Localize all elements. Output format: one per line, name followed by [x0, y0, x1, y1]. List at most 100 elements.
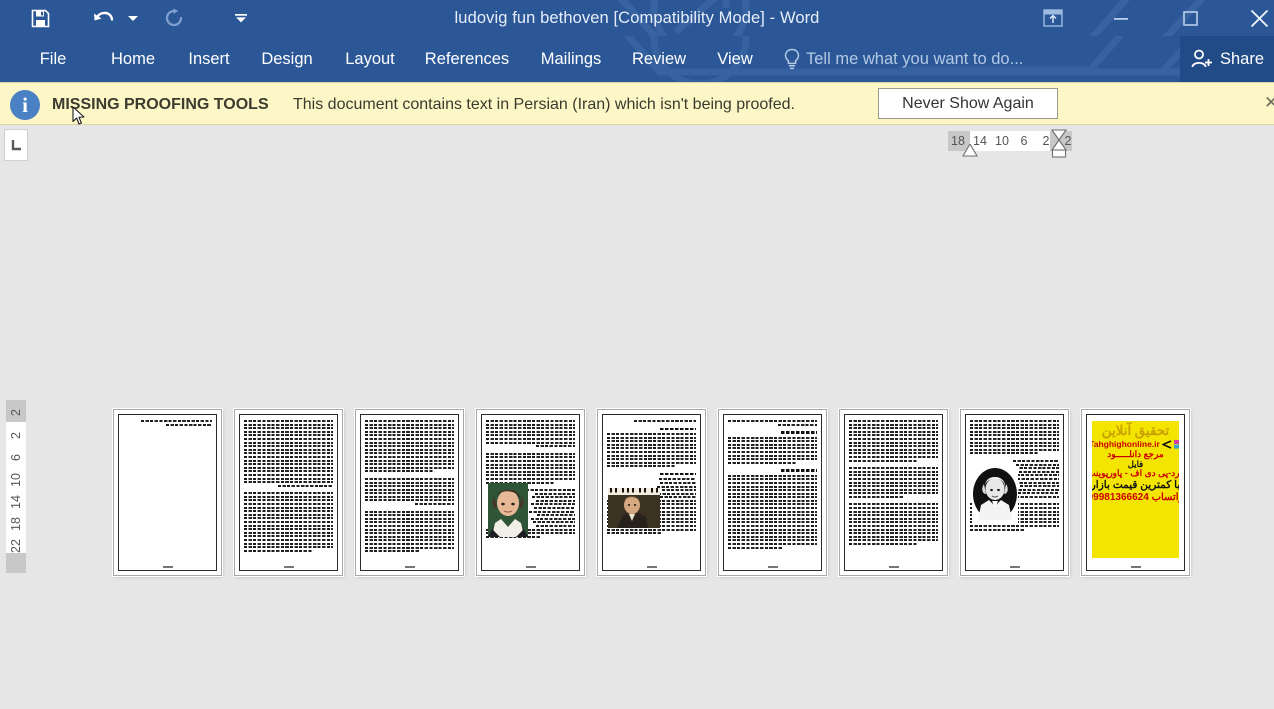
page-image-beethoven-bw — [972, 467, 1018, 525]
page-content-frame — [965, 414, 1064, 571]
page-thumbnail[interactable] — [839, 409, 948, 576]
share-button[interactable]: Share — [1180, 36, 1274, 82]
arrow-left-icon — [1161, 439, 1172, 449]
info-icon: i — [10, 90, 40, 120]
page-text-area — [849, 420, 938, 562]
tab-mailings[interactable]: Mailings — [532, 36, 610, 82]
advertisement-block: تحقیق آنلاین Tahghighonline.ir مرجع دانل… — [1092, 421, 1179, 558]
page-thumbnail[interactable] — [476, 409, 585, 576]
page-text-area — [123, 420, 212, 562]
page-thumbnail[interactable] — [960, 409, 1069, 576]
lightbulb-icon — [784, 48, 800, 70]
ad-title: تحقیق آنلاین — [1101, 423, 1170, 438]
portrait-piano-icon — [608, 488, 660, 528]
ad-line-2: فایل — [1127, 458, 1144, 469]
tab-file[interactable]: File — [28, 36, 78, 82]
tab-insert-label: Insert — [188, 50, 230, 68]
page-content-frame — [360, 414, 459, 571]
page-footer-mark — [966, 566, 1063, 568]
never-show-again-label: Never Show Again — [902, 94, 1034, 112]
page-footer-mark — [482, 566, 579, 568]
portrait-color-icon — [488, 483, 528, 537]
tab-layout[interactable]: Layout — [338, 36, 402, 82]
page-image-beethoven-piano — [608, 488, 660, 528]
notification-close-icon[interactable]: ✕ — [1264, 93, 1274, 113]
undo-dropdown-button[interactable] — [124, 0, 142, 36]
ad-line-3: ورد-پی دی اف - پاورپوینت — [1092, 468, 1179, 478]
tab-references[interactable]: References — [418, 36, 516, 82]
missing-proofing-tools-notification-bar: i MISSING PROOFING TOOLS This document c… — [0, 82, 1274, 125]
page-thumbnail[interactable] — [597, 409, 706, 576]
ribbon-options-icon — [1043, 9, 1063, 27]
chevron-down-icon — [235, 13, 247, 22]
page-text-area — [365, 420, 454, 562]
tab-insert[interactable]: Insert — [180, 36, 238, 82]
ribbon-tab-bar: File Home Insert Design Layout Reference… — [0, 36, 1274, 82]
vruler-tick: 22 — [9, 539, 23, 553]
customize-quick-access-toolbar-button[interactable] — [230, 0, 252, 36]
page-content-frame — [118, 414, 217, 571]
page-thumbnail-strip: تحقیق آنلاین Tahghighonline.ir مرجع دانل… — [113, 409, 1193, 576]
close-button[interactable] — [1238, 0, 1274, 36]
save-button[interactable] — [24, 0, 56, 36]
page-image-beethoven-color — [488, 483, 528, 537]
social-icons — [1173, 439, 1179, 449]
tab-design-label: Design — [261, 50, 313, 68]
vruler-tick: 14 — [9, 495, 23, 509]
tab-stop-selector-button[interactable] — [4, 129, 28, 161]
page-content-frame — [723, 414, 822, 571]
tell-me-placeholder: Tell me what you want to do... — [806, 50, 1024, 68]
ribbon-display-options-button[interactable] — [1032, 0, 1074, 36]
page-footer-mark — [724, 566, 821, 568]
info-icon-glyph: i — [22, 92, 28, 117]
undo-icon — [94, 11, 114, 21]
page-footer-mark — [603, 566, 700, 568]
vruler-tick: 6 — [9, 454, 23, 462]
tab-view-label: View — [717, 50, 753, 68]
page-content-frame — [844, 414, 943, 571]
tab-layout-label: Layout — [345, 50, 395, 68]
vruler-tick: 2 — [9, 409, 23, 417]
background-watermark-graphic — [617, 0, 1206, 36]
page-thumbnail[interactable] — [234, 409, 343, 576]
hruler-tick: 10 — [995, 134, 1009, 148]
page-thumbnail[interactable] — [718, 409, 827, 576]
right-indent-marker-icon[interactable] — [1050, 129, 1068, 159]
page-content-frame — [481, 414, 580, 571]
page-content-frame — [602, 414, 701, 571]
page-footer-mark — [1087, 566, 1184, 568]
page-content-frame: تحقیق آنلاین Tahghighonline.ir مرجع دانل… — [1086, 414, 1185, 571]
redo-button — [158, 0, 190, 36]
ad-line-5: واتساب 09981366624 — [1092, 491, 1179, 503]
left-tab-stop-icon — [11, 139, 21, 150]
maximize-button[interactable] — [1169, 0, 1211, 36]
minimize-icon — [1114, 18, 1128, 20]
close-icon — [1250, 9, 1268, 27]
tab-design[interactable]: Design — [252, 36, 322, 82]
document-workspace: 2 2 6 10 14 18 22 18 14 10 6 2 2 تحقیق آ… — [0, 125, 1274, 709]
first-line-indent-marker-icon[interactable] — [962, 144, 978, 158]
page-thumbnail[interactable] — [355, 409, 464, 576]
share-label: Share — [1220, 49, 1265, 68]
page-thumbnail[interactable] — [113, 409, 222, 576]
tab-home-label: Home — [110, 50, 155, 68]
minimize-button[interactable] — [1100, 0, 1142, 36]
undo-button[interactable] — [88, 0, 120, 36]
redo-icon — [165, 8, 183, 27]
maximize-icon — [1182, 10, 1198, 26]
tab-home[interactable]: Home — [100, 36, 166, 82]
page-text-area — [728, 420, 817, 562]
notification-message: This document contains text in Persian (… — [293, 96, 795, 113]
tab-file-label: File — [39, 50, 67, 68]
portrait-bw-icon — [972, 467, 1018, 525]
tab-view[interactable]: View — [708, 36, 762, 82]
tell-me-search-box[interactable]: Tell me what you want to do... — [806, 36, 1023, 82]
page-footer-mark — [119, 566, 216, 568]
page-text-area — [244, 420, 333, 562]
tab-references-label: References — [424, 50, 510, 68]
save-icon — [31, 9, 49, 27]
page-thumbnail[interactable]: تحقیق آنلاین Tahghighonline.ir مرجع دانل… — [1081, 409, 1190, 576]
never-show-again-button[interactable]: Never Show Again — [878, 88, 1058, 119]
tab-review[interactable]: Review — [624, 36, 694, 82]
window-title: ludovig fun bethoven [Compatibility Mode… — [454, 9, 820, 27]
